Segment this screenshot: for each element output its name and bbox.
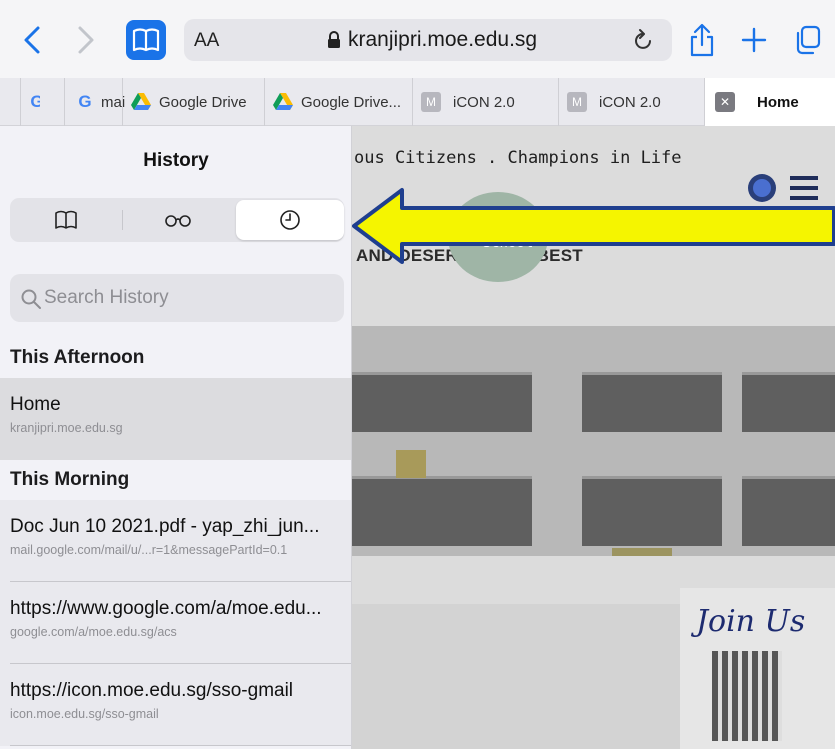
tab-overview-icon[interactable] (786, 18, 830, 62)
motto-text: ous Citizens . Champions in Life (354, 148, 682, 168)
m-badge-icon: M (421, 92, 441, 112)
join-us-text: Join Us (696, 604, 806, 639)
qr-code-image (712, 651, 782, 741)
back-chevron-icon-glyph (24, 26, 40, 54)
motto-card (352, 604, 680, 749)
back-chevron-icon[interactable] (10, 18, 54, 62)
history-item[interactable]: https://icon.moe.edu.sg/sso-gmail icon.m… (0, 664, 351, 746)
history-sidebar: History This Afterno (0, 126, 352, 749)
history-item[interactable]: Doc Jun 10 2021.pdf - yap_zhi_jun... mai… (0, 500, 351, 582)
url-text[interactable]: kranjipri.moe.edu.sg (348, 28, 537, 52)
google-icon: G (78, 92, 92, 111)
segment-divider (122, 210, 123, 230)
tab-partial-google[interactable]: G (20, 78, 40, 126)
history-item-url: mail.google.com/mail/u/...r=1&messagePar… (10, 543, 288, 557)
history-item[interactable]: https://www.google.com/a/moe.edu... goog… (0, 582, 351, 664)
tab-gmail[interactable]: G mai (64, 78, 126, 126)
google-drive-icon-glyph (131, 93, 151, 110)
sidebar-book-icon[interactable] (126, 20, 166, 60)
history-item-title: https://icon.moe.edu.sg/sso-gmail (10, 680, 294, 701)
section-header-this-afternoon: This Afternoon (0, 338, 351, 378)
tab-google-drive[interactable]: Google Drive (122, 78, 264, 126)
tab-label: Google Drive... (301, 93, 402, 111)
reload-icon-glyph (635, 29, 651, 49)
sidebar-title: History (143, 150, 209, 171)
close-tab-icon[interactable]: ✕ (715, 92, 735, 112)
google-drive-icon (131, 92, 151, 112)
lock-icon (328, 31, 340, 48)
new-tab-plus-icon[interactable] (732, 18, 776, 62)
google-drive-icon-glyph (273, 93, 293, 110)
search-history-field[interactable] (10, 274, 344, 322)
share-icon-glyph (690, 23, 714, 57)
tab-label: Home (757, 93, 799, 111)
m-badge-icon: M (567, 92, 587, 112)
search-history-input[interactable] (44, 282, 334, 314)
glasses-icon (165, 215, 191, 227)
forward-chevron-icon-glyph (78, 26, 94, 54)
section-header-this-morning: This Morning (0, 460, 351, 500)
reading-list-tab-button[interactable] (124, 200, 232, 240)
history-item-title: Doc Jun 10 2021.pdf - yap_zhi_jun... (10, 516, 320, 537)
tab-overview-icon-glyph (796, 25, 821, 55)
address-bar[interactable]: AA kranjipri.moe.edu.sg (184, 19, 672, 61)
clock-icon (280, 210, 300, 230)
text-size-button[interactable]: AA (194, 30, 219, 52)
search-icon (21, 289, 41, 309)
tab-strip: G G mai Google Drive Google Drive... M i… (0, 78, 835, 126)
history-item-url: google.com/a/moe.edu.sg/acs (10, 625, 177, 639)
row-separator (10, 745, 351, 746)
tab-google-drive-2[interactable]: Google Drive... (264, 78, 412, 126)
tab-home-active[interactable]: ✕ Home (704, 78, 835, 126)
book-icon (55, 210, 77, 229)
history-item-url: kranjipri.moe.edu.sg (10, 421, 123, 435)
share-icon[interactable] (680, 18, 724, 62)
history-item[interactable]: Home kranjipri.moe.edu.sg (0, 378, 351, 460)
tab-label: iCON 2.0 (599, 93, 661, 111)
tab-label: iCON 2.0 (453, 93, 515, 111)
history-item-title: Home (10, 394, 61, 415)
tab-label: Google Drive (159, 93, 247, 111)
history-tab-button[interactable] (236, 200, 344, 240)
book-icon-glyph (132, 28, 160, 52)
browser-toolbar: AA kranjipri.moe.edu.sg (0, 0, 835, 78)
reload-icon[interactable] (634, 28, 654, 58)
plus-icon-glyph (741, 27, 767, 53)
tab-icon-2[interactable]: M iCON 2.0 (412, 78, 558, 126)
google-icon: G (27, 92, 40, 112)
history-item-url: icon.moe.edu.sg/sso-gmail (10, 707, 159, 721)
history-item-title: https://www.google.com/a/moe.edu... (10, 598, 322, 619)
school-hero-image (352, 326, 835, 556)
forward-chevron-icon[interactable] (64, 18, 108, 62)
annotation-arrow-icon (352, 188, 835, 264)
sidebar-segmented-control (10, 198, 344, 242)
tab-icon-2-second[interactable]: M iCON 2.0 (558, 78, 704, 126)
bookmarks-tab-button[interactable] (12, 200, 120, 240)
google-drive-icon (273, 92, 293, 112)
